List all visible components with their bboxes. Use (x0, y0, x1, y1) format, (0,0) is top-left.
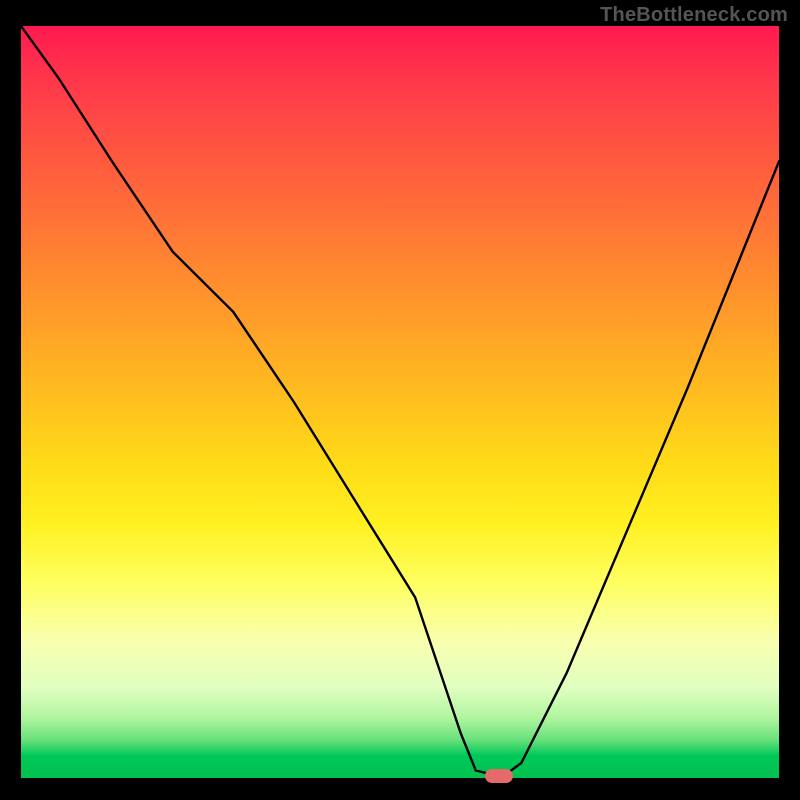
watermark-text: TheBottleneck.com (600, 4, 788, 27)
chart-frame: TheBottleneck.com (0, 0, 800, 800)
optimal-point-marker (485, 769, 513, 783)
plot-area (21, 26, 779, 778)
bottleneck-curve (21, 26, 779, 778)
